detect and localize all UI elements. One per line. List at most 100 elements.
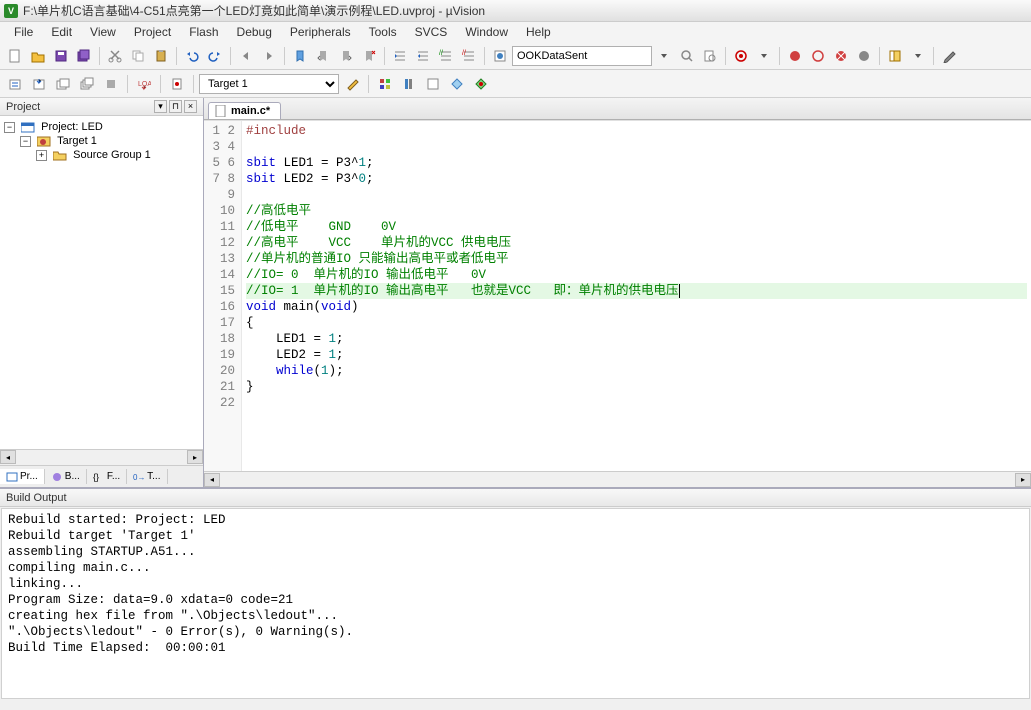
find-in-files-button[interactable]	[699, 45, 721, 67]
panel-pin-button[interactable]: ⊓	[169, 100, 182, 113]
stop-build-button[interactable]	[100, 73, 122, 95]
find-button[interactable]	[676, 45, 698, 67]
tree-collapse-icon[interactable]: −	[4, 122, 15, 133]
outdent-button[interactable]	[412, 45, 434, 67]
line-gutter: 1 2 3 4 5 6 7 8 9 10 11 12 13 14 15 16 1…	[204, 121, 242, 471]
menu-edit[interactable]: Edit	[43, 23, 80, 41]
comment-button[interactable]: //	[435, 45, 457, 67]
books-button[interactable]	[398, 73, 420, 95]
nav-forward-button[interactable]	[258, 45, 280, 67]
menu-bar: FileEditViewProjectFlashDebugPeripherals…	[0, 22, 1031, 42]
project-tree[interactable]: − Project: LED − Target 1 + Source Group…	[0, 116, 203, 449]
editor-hscroll[interactable]: ◂ ▸	[204, 471, 1031, 487]
scroll-left-button[interactable]: ◂	[0, 450, 16, 464]
manage-button[interactable]	[374, 73, 396, 95]
redo-button[interactable]	[204, 45, 226, 67]
target-options-button[interactable]	[166, 73, 188, 95]
build-button[interactable]	[28, 73, 50, 95]
bookmark-next-button[interactable]	[335, 45, 357, 67]
menu-flash[interactable]: Flash	[181, 23, 226, 41]
panel-close-button[interactable]: ×	[184, 100, 197, 113]
editor-tabs: main.c*	[204, 98, 1031, 120]
file-icon	[215, 105, 227, 117]
menu-window[interactable]: Window	[457, 23, 516, 41]
uncomment-button[interactable]: //	[458, 45, 480, 67]
project-tab-1[interactable]: B...	[45, 469, 87, 484]
rebuild-button[interactable]	[52, 73, 74, 95]
undo-button[interactable]	[181, 45, 203, 67]
menu-svcs[interactable]: SVCS	[407, 23, 456, 41]
bookmark-button[interactable]	[289, 45, 311, 67]
open-file-button[interactable]	[27, 45, 49, 67]
find-input[interactable]	[512, 46, 652, 66]
project-tab-0[interactable]: Pr...	[0, 469, 45, 484]
menu-peripherals[interactable]: Peripherals	[282, 23, 359, 41]
build-output-title: Build Output	[6, 492, 67, 504]
code-content[interactable]: #include sbit LED1 = P3^1; sbit LED2 = P…	[242, 121, 1031, 471]
breakpoint-button[interactable]	[784, 45, 806, 67]
save-button[interactable]	[50, 45, 72, 67]
templates-button[interactable]	[446, 73, 468, 95]
functions-button[interactable]	[422, 73, 444, 95]
build-output-text[interactable]: Rebuild started: Project: LED Rebuild ta…	[1, 508, 1030, 699]
paste-button[interactable]	[150, 45, 172, 67]
window-title: F:\单片机C语言基础\4-C51点亮第一个LED灯竟如此简单\演示例程\LED…	[23, 2, 485, 19]
title-bar: V F:\单片机C语言基础\4-C51点亮第一个LED灯竟如此简单\演示例程\L…	[0, 0, 1031, 22]
editor-tab-main-c[interactable]: main.c*	[208, 102, 281, 119]
macro-config-button[interactable]	[489, 45, 511, 67]
project-tab-3[interactable]: 0→T...	[127, 469, 167, 484]
breakpoint-kill-button[interactable]	[830, 45, 852, 67]
svg-text://: //	[462, 50, 466, 57]
breakpoint-disable-button[interactable]	[807, 45, 829, 67]
batch-build-button[interactable]	[76, 73, 98, 95]
panel-dropdown-button[interactable]: ▾	[154, 100, 167, 113]
download-button[interactable]: LOAD	[133, 73, 155, 95]
project-icon	[21, 121, 35, 133]
menu-debug[interactable]: Debug	[229, 23, 280, 41]
save-all-button[interactable]	[73, 45, 95, 67]
new-file-button[interactable]	[4, 45, 26, 67]
separator	[779, 47, 780, 65]
translate-button[interactable]	[4, 73, 26, 95]
folder-icon	[53, 149, 67, 161]
target-select[interactable]: Target 1	[199, 74, 339, 94]
separator	[284, 47, 285, 65]
svg-text://: //	[439, 50, 443, 57]
project-hscroll[interactable]: ◂ ▸	[0, 449, 203, 465]
bookmark-prev-button[interactable]	[312, 45, 334, 67]
target-label[interactable]: Target 1	[57, 135, 97, 147]
menu-help[interactable]: Help	[518, 23, 559, 41]
nav-back-button[interactable]	[235, 45, 257, 67]
cut-button[interactable]	[104, 45, 126, 67]
indent-button[interactable]	[389, 45, 411, 67]
project-root-label[interactable]: Project: LED	[41, 121, 103, 133]
project-panel-header: Project ▾ ⊓ ×	[0, 98, 203, 116]
options-button[interactable]	[341, 73, 363, 95]
scroll-right-button[interactable]: ▸	[187, 450, 203, 464]
configure-button[interactable]	[938, 45, 960, 67]
menu-file[interactable]: File	[6, 23, 41, 41]
debug-dropdown-button[interactable]	[753, 45, 775, 67]
breakpoint-enable-button[interactable]	[853, 45, 875, 67]
menu-project[interactable]: Project	[126, 23, 179, 41]
target-icon	[37, 135, 51, 147]
copy-button[interactable]	[127, 45, 149, 67]
project-panel-tabs: Pr...B...{}F...0→T...	[0, 465, 203, 487]
tree-expand-icon[interactable]: +	[36, 150, 47, 161]
code-editor[interactable]: 1 2 3 4 5 6 7 8 9 10 11 12 13 14 15 16 1…	[204, 120, 1031, 471]
menu-tools[interactable]: Tools	[361, 23, 405, 41]
scroll-right-button[interactable]: ▸	[1015, 473, 1031, 487]
find-dropdown-button[interactable]	[653, 45, 675, 67]
menu-view[interactable]: View	[82, 23, 124, 41]
scroll-left-button[interactable]: ◂	[204, 473, 220, 487]
debug-button[interactable]	[730, 45, 752, 67]
separator	[127, 75, 128, 93]
window-dropdown-button[interactable]	[907, 45, 929, 67]
bookmark-clear-button[interactable]	[358, 45, 380, 67]
build-output-panel: Build Output Rebuild started: Project: L…	[0, 487, 1031, 700]
tree-collapse-icon[interactable]: −	[20, 136, 31, 147]
source-browser-button[interactable]	[470, 73, 492, 95]
window-layout-button[interactable]	[884, 45, 906, 67]
source-group-label[interactable]: Source Group 1	[73, 149, 151, 161]
project-tab-2[interactable]: {}F...	[87, 469, 127, 484]
